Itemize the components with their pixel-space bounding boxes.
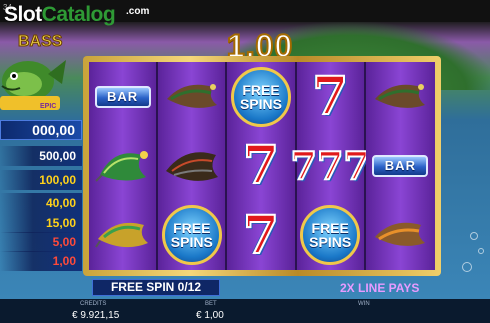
reel-1-cell-1: BAR bbox=[89, 62, 156, 131]
reel-5-cell-2: BAR bbox=[366, 131, 435, 200]
brand-slot: Slot bbox=[4, 3, 42, 26]
reel-2-cell-1 bbox=[158, 62, 225, 131]
free-spins-line2: SPINS bbox=[170, 234, 213, 251]
free-spins-symbol: FREE SPINS bbox=[161, 205, 222, 266]
reel-1: BAR bbox=[89, 62, 159, 270]
paytable-value-4: 40,00 bbox=[45, 196, 76, 210]
green-fly-symbol-icon bbox=[94, 141, 152, 191]
paytable-value-5: 15,00 bbox=[45, 216, 76, 230]
seven-symbol-icon: 7 bbox=[242, 134, 280, 197]
reel-1-cell-2 bbox=[89, 131, 156, 200]
bet-value: € 1,00 bbox=[196, 310, 224, 321]
reel-3-cell-3: 7 bbox=[227, 201, 294, 270]
line-pays-multiplier: 2X LINE PAYS bbox=[340, 281, 420, 295]
reel-4-cell-1: 7 bbox=[297, 62, 364, 131]
free-spins-line1: FREE bbox=[311, 220, 349, 237]
bubble-decoration bbox=[478, 248, 484, 254]
credits-value: € 9.921,15 bbox=[72, 310, 120, 321]
game-logo: EPIC BASS bbox=[0, 26, 72, 118]
orange-fly-symbol-icon bbox=[371, 213, 429, 257]
yellow-fly-symbol-icon bbox=[94, 213, 152, 257]
seven-symbol-icon: 7 bbox=[311, 65, 349, 128]
paytable-row-5: 15,00 bbox=[0, 213, 82, 233]
dark-fly-symbol-icon bbox=[162, 141, 222, 191]
free-spins-line2: SPINS bbox=[309, 234, 352, 251]
paytable-row-1: 000,00 bbox=[0, 120, 82, 140]
reel-1-cell-3 bbox=[89, 201, 156, 270]
reel-3-cell-1: FREE SPINS bbox=[227, 62, 294, 131]
paytable-value-2: 500,00 bbox=[39, 149, 76, 163]
reel-5: BAR bbox=[365, 62, 435, 270]
reel-3-cell-2: 7 bbox=[227, 131, 294, 200]
paytable-row-7: 1,00 bbox=[0, 251, 82, 271]
paytable-row-3: 100,00 bbox=[0, 170, 82, 190]
reel-5-cell-3 bbox=[366, 201, 435, 270]
reel-3: FREE SPINS 7 7 bbox=[227, 62, 297, 270]
logo-title-text: BASS bbox=[18, 33, 63, 50]
reel-2-cell-2 bbox=[158, 131, 225, 200]
brand-watermark: SlotCatalog bbox=[4, 3, 116, 27]
logo-sub-text: EPIC bbox=[40, 103, 56, 110]
paytable-value-7: 1,00 bbox=[52, 254, 76, 268]
reel-2: FREE SPINS bbox=[158, 62, 228, 270]
reel-2-cell-3: FREE SPINS bbox=[158, 201, 225, 270]
brown-fly-symbol-icon bbox=[371, 75, 429, 119]
free-spins-line1: FREE bbox=[173, 220, 211, 237]
seven-symbol-icon: 7 bbox=[242, 204, 280, 267]
bubble-decoration bbox=[462, 262, 472, 272]
reel-5-cell-1 bbox=[366, 62, 435, 131]
paytable-value-6: 5,00 bbox=[52, 235, 76, 249]
free-spins-symbol: FREE SPINS bbox=[230, 66, 291, 127]
free-spins-line2: SPINS bbox=[239, 95, 282, 112]
bet-label: BET bbox=[205, 301, 217, 307]
brand-catalog: Catalog bbox=[41, 3, 116, 26]
bar-symbol: BAR bbox=[94, 85, 151, 108]
free-spins-line1: FREE bbox=[242, 81, 280, 98]
bar-symbol: BAR bbox=[372, 154, 429, 177]
brown-fly-symbol-icon bbox=[163, 75, 221, 119]
paytable-row-4: 40,00 bbox=[0, 193, 82, 213]
reel-4-cell-3: FREE SPINS bbox=[297, 201, 364, 270]
paytable-value-1: 000,00 bbox=[32, 122, 75, 138]
reels-grid: BAR FREE SPINS FREE SPINS 7 7 7 777 FREE… bbox=[89, 62, 435, 270]
reel-4-cell-2: 777 bbox=[290, 131, 371, 200]
paytable-row-6: 5,00 bbox=[0, 232, 82, 252]
free-spins-symbol: FREE SPINS bbox=[300, 205, 361, 266]
credits-label: CREDITS bbox=[80, 301, 107, 307]
paytable-row-2: 500,00 bbox=[0, 146, 82, 166]
paytable-value-3: 100,00 bbox=[39, 173, 76, 187]
bass-fish-logo-icon: EPIC BASS bbox=[0, 33, 66, 110]
triple-seven-symbol-icon: 777 bbox=[290, 142, 371, 189]
free-spin-counter: FREE SPIN 0/12 bbox=[92, 279, 220, 296]
win-label: WIN bbox=[358, 301, 370, 307]
brand-dotcom: .com bbox=[126, 6, 150, 17]
bubble-decoration bbox=[470, 232, 478, 240]
reel-4: 7 777 FREE SPINS bbox=[290, 62, 371, 270]
